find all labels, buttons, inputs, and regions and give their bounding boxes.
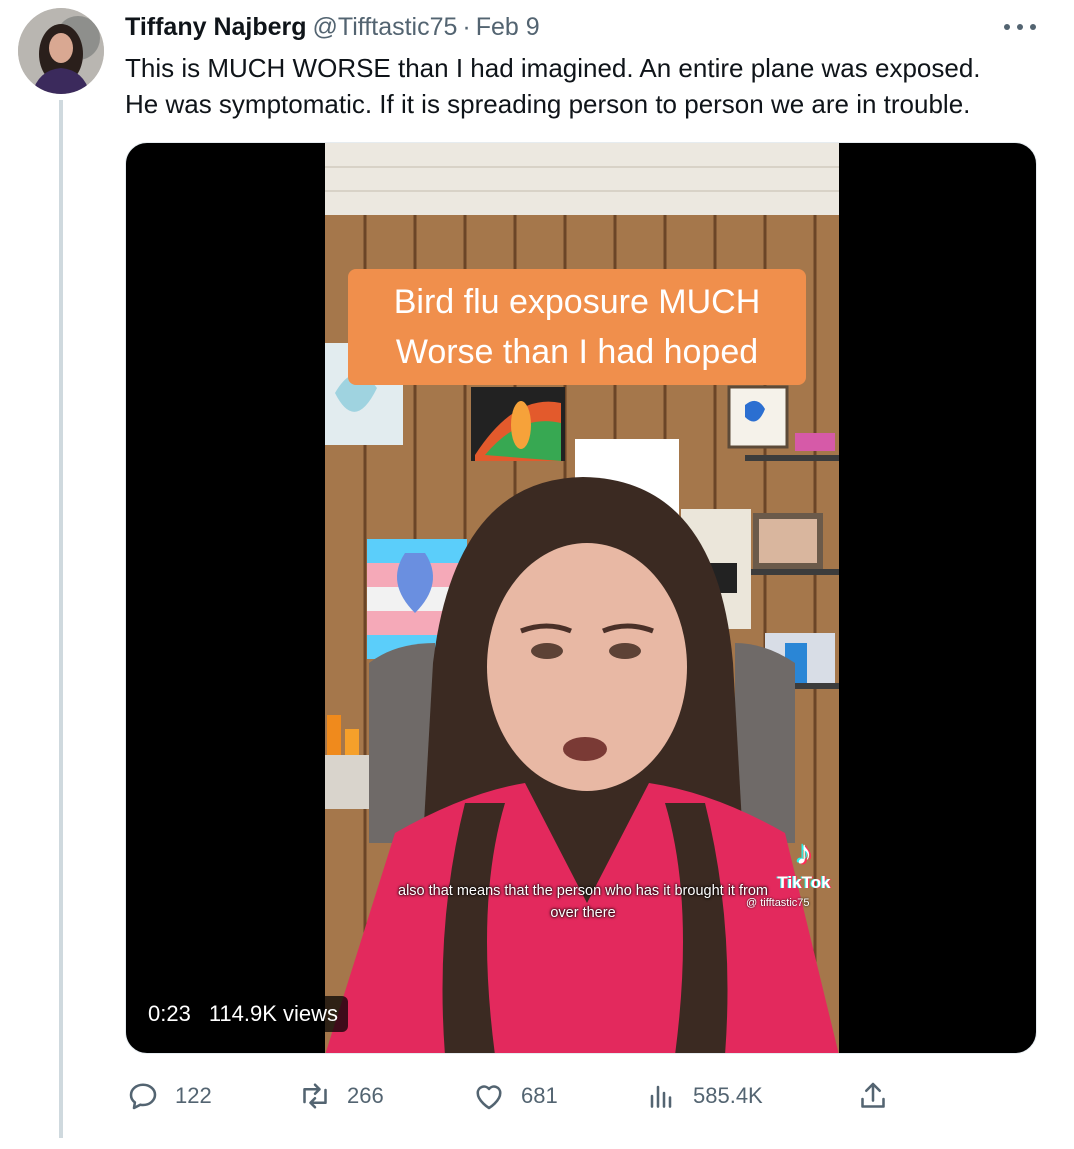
retweet-icon: [303, 1083, 327, 1109]
retweet-count: 266: [347, 1083, 384, 1108]
video-view-count: 114.9K views: [208, 1001, 339, 1026]
avatar-image: [18, 8, 104, 94]
caption-line: also that means that the person who has …: [398, 883, 768, 899]
reply-count: 122: [175, 1083, 212, 1108]
tiktok-note-icon: ♪: [795, 834, 813, 872]
retweet-button[interactable]: 266: [297, 1076, 384, 1116]
tweet-action-bar: 122 266 681 585.4K: [125, 1076, 895, 1116]
video-duration: 0:23: [148, 1001, 191, 1026]
like-button[interactable]: 681: [471, 1076, 558, 1116]
video-stats-badge: 0:23 114.9K views: [138, 996, 349, 1032]
reply-icon: [129, 1083, 157, 1110]
share-icon: [861, 1082, 885, 1108]
like-count: 681: [521, 1083, 558, 1108]
tweet-text-line: This is MUCH WORSE than I had imagined. …: [125, 53, 981, 83]
share-button[interactable]: [855, 1076, 891, 1116]
author-name[interactable]: Tiffany Najberg: [125, 13, 307, 42]
more-horizontal-icon: [1030, 24, 1036, 30]
caption-line: over there: [550, 905, 616, 921]
view-count: 585.4K: [693, 1083, 763, 1108]
video-player[interactable]: Bird flu exposure MUCH Worse than I had …: [125, 142, 1037, 1054]
overlay-title-line: Bird flu exposure MUCH: [393, 283, 761, 321]
video-overlay-title: Bird flu exposure MUCH Worse than I had …: [348, 269, 806, 385]
tweet-header: Tiffany Najberg @Tifftastic75 · Feb 9: [125, 10, 540, 44]
more-horizontal-icon: [1017, 24, 1023, 30]
tweet-text-line: He was symptomatic. If it is spreading p…: [125, 89, 971, 119]
more-horizontal-icon: [1004, 24, 1010, 30]
thread-line: [59, 100, 63, 1138]
more-options-button[interactable]: [1004, 18, 1036, 36]
bar-chart-icon: [650, 1085, 672, 1108]
heart-icon: [476, 1085, 502, 1110]
tweet-date[interactable]: Feb 9: [476, 13, 540, 42]
view-count-button[interactable]: 585.4K: [643, 1076, 763, 1116]
separator-dot: ·: [462, 12, 471, 41]
author-handle[interactable]: @Tifftastic75: [313, 13, 458, 42]
video-caption: also that means that the person who has …: [344, 880, 822, 924]
tweet-text: This is MUCH WORSE than I had imagined. …: [125, 50, 1055, 122]
overlay-title-line: Worse than I had hoped: [395, 333, 759, 371]
avatar[interactable]: [18, 8, 104, 94]
reply-button[interactable]: 122: [125, 1076, 212, 1116]
